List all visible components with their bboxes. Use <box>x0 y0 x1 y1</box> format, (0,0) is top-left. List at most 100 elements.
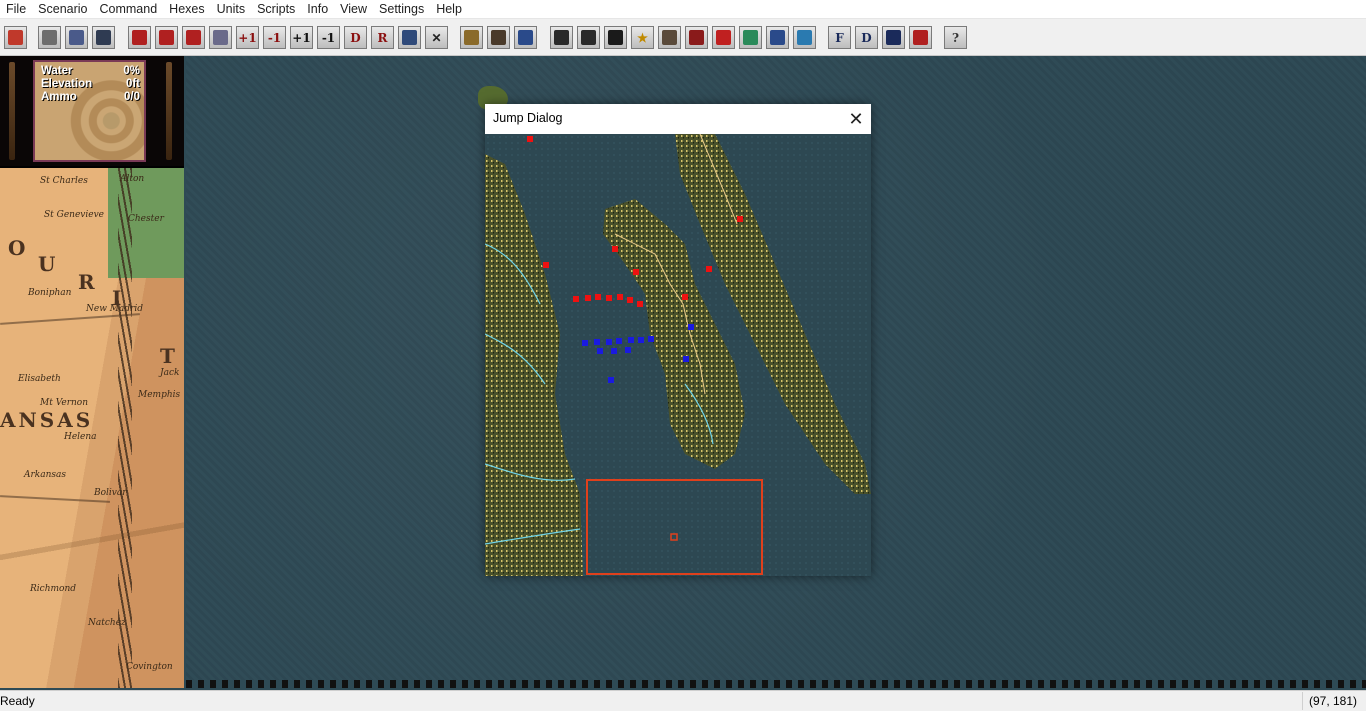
label-state-i: I <box>112 286 125 310</box>
menu-info[interactable]: Info <box>301 0 334 18</box>
menu-command[interactable]: Command <box>94 0 164 18</box>
terrain-ammo-row: Ammo 0/0 <box>41 91 140 104</box>
status-coordinates: (97, 181) <box>1302 692 1366 710</box>
red-supply-icon[interactable] <box>182 26 205 49</box>
zoom-in-icon[interactable] <box>550 26 573 49</box>
grid-icon <box>662 30 677 45</box>
grid-icon[interactable] <box>658 26 681 49</box>
d-button-button[interactable]: D <box>344 26 367 49</box>
move-arrows-icon[interactable] <box>766 26 789 49</box>
menu-help[interactable]: Help <box>430 0 468 18</box>
menu-file[interactable]: File <box>0 0 32 18</box>
label-st-charles: St Charles <box>40 176 88 186</box>
red-diamond-icon[interactable] <box>712 26 735 49</box>
blue-unit-marker <box>582 340 588 346</box>
red-unit-marker <box>612 246 618 252</box>
red-unit-marker <box>637 301 643 307</box>
dialog-titlebar[interactable]: Jump Dialog ✕ <box>485 104 871 134</box>
cancel-x-icon[interactable]: ✕ <box>425 26 448 49</box>
rifle-right-icon <box>166 62 172 160</box>
open-scenario-icon[interactable] <box>38 26 61 49</box>
plus-one-black-button[interactable]: +1 <box>290 26 313 49</box>
stack-icon[interactable] <box>514 26 537 49</box>
terrain-info-panel: Water 0% Elevation 0ft Ammo 0/0 <box>0 56 184 166</box>
elevation-label: Elevation <box>41 78 93 90</box>
water-value: 0% <box>123 65 140 77</box>
map-icon[interactable] <box>793 26 816 49</box>
zoom-out-icon <box>581 30 596 45</box>
terrain-icon[interactable] <box>487 26 510 49</box>
column-icon <box>464 30 479 45</box>
column-icon[interactable] <box>460 26 483 49</box>
label-state-o: O <box>8 236 29 260</box>
red-wagon-icon[interactable] <box>155 26 178 49</box>
menu-hexes[interactable]: Hexes <box>163 0 210 18</box>
zoom-out-icon[interactable] <box>577 26 600 49</box>
label-helena: Helena <box>64 432 97 442</box>
blue-unit-marker <box>648 336 654 342</box>
terrain-water-row: Water 0% <box>41 65 140 78</box>
red-cannon-icon[interactable] <box>128 26 151 49</box>
minus-one-red-button[interactable]: -1 <box>263 26 286 49</box>
menu-settings[interactable]: Settings <box>373 0 430 18</box>
label-state-t: T <box>160 344 178 368</box>
menu-view[interactable]: View <box>334 0 373 18</box>
menu-units[interactable]: Units <box>211 0 251 18</box>
red-supply-icon <box>186 30 201 45</box>
terrain-elevation-row: Elevation 0ft <box>41 78 140 91</box>
toolbar: +1 -1 +1 -1 D R ✕ ★ F D? <box>0 19 1366 56</box>
flag-icon[interactable] <box>909 26 932 49</box>
star-icon[interactable]: ★ <box>631 26 654 49</box>
binoculars-icon <box>886 30 901 45</box>
label-state-u: U <box>38 252 59 276</box>
new-hex-icon[interactable] <box>4 26 27 49</box>
blue-unit-marker <box>594 339 600 345</box>
red-cannon-icon <box>132 30 147 45</box>
shield-icon[interactable] <box>398 26 421 49</box>
target-icon[interactable] <box>685 26 708 49</box>
hex-outline-icon <box>743 30 758 45</box>
r-button-button[interactable]: R <box>371 26 394 49</box>
frame-icon <box>608 30 623 45</box>
dialog-title: Jump Dialog <box>493 111 563 125</box>
plus-one-red-button[interactable]: +1 <box>236 26 259 49</box>
menu-scenario[interactable]: Scenario <box>32 0 93 18</box>
d-blue-button-button[interactable]: D <box>855 26 878 49</box>
help-icon[interactable]: ? <box>944 26 967 49</box>
open-folder-icon <box>69 30 84 45</box>
label-state-ansas: ANSAS <box>0 408 94 432</box>
elevation-value: 0ft <box>125 78 140 90</box>
menu-scripts[interactable]: Scripts <box>251 0 301 18</box>
map-icon <box>797 30 812 45</box>
hex-outline-icon[interactable] <box>739 26 762 49</box>
f-button-button[interactable]: F <box>828 26 851 49</box>
label-covington: Covington <box>126 662 173 672</box>
move-arrows-icon <box>770 30 785 45</box>
label-richmond: Richmond <box>30 584 77 594</box>
jump-overview-map[interactable] <box>485 134 871 576</box>
close-icon[interactable]: ✕ <box>841 104 871 134</box>
open-folder-icon[interactable] <box>65 26 88 49</box>
minus-one-black-button[interactable]: -1 <box>317 26 340 49</box>
blue-unit-marker <box>611 348 617 354</box>
frame-icon[interactable] <box>604 26 627 49</box>
terrain-thumbnail: Water 0% Elevation 0ft Ammo 0/0 <box>33 60 146 162</box>
blue-unit-marker <box>606 339 612 345</box>
label-natchez: Natchez <box>88 618 126 628</box>
red-diamond-icon <box>716 30 731 45</box>
label-alton: Alton <box>120 174 145 184</box>
binoculars-icon[interactable] <box>882 26 905 49</box>
label-st-genevieve: St Genevieve <box>44 210 104 220</box>
helmet-icon <box>213 30 228 45</box>
helmet-icon[interactable] <box>209 26 232 49</box>
ammo-value: 0/0 <box>124 91 140 103</box>
red-unit-marker <box>543 262 549 268</box>
overview-minimap[interactable]: St Charles St Genevieve Alton Chester Bo… <box>0 168 184 688</box>
save-icon[interactable] <box>92 26 115 49</box>
blue-unit-marker <box>688 324 694 330</box>
red-unit-marker <box>617 294 623 300</box>
stack-icon <box>518 30 533 45</box>
sidebar: Water 0% Elevation 0ft Ammo 0/0 St Charl… <box>0 56 184 688</box>
red-unit-marker <box>573 296 579 302</box>
red-unit-marker <box>633 269 639 275</box>
